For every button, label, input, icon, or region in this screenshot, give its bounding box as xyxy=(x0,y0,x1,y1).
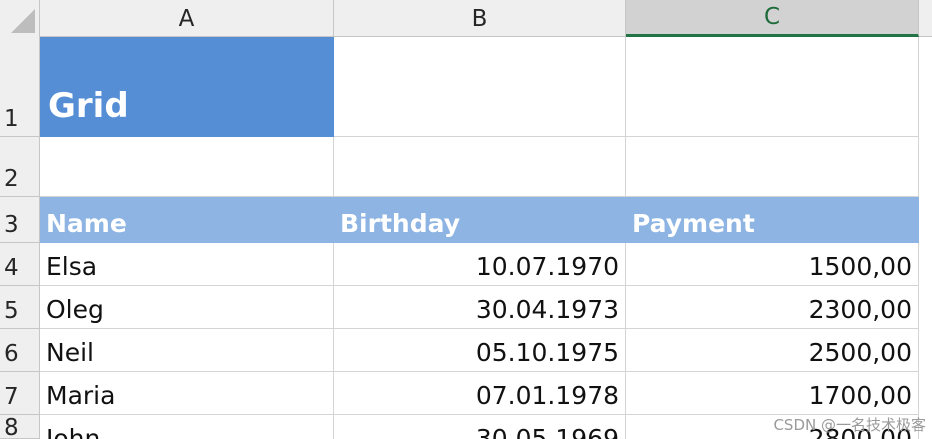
header-name[interactable]: Name xyxy=(40,197,334,243)
cell-payment[interactable]: 1700,00 xyxy=(626,372,919,415)
watermark-text: CSDN @一名技术极客 xyxy=(773,416,926,434)
title-cell[interactable]: Grid xyxy=(40,37,334,137)
cell-c2[interactable] xyxy=(626,137,919,197)
column-header-c[interactable]: C xyxy=(626,0,919,37)
row-header-1[interactable]: 1 xyxy=(0,37,40,137)
row-header-5[interactable]: 5 xyxy=(0,286,40,329)
row-header-8[interactable]: 8 xyxy=(0,415,40,439)
cell-c1[interactable] xyxy=(626,37,919,137)
cell-payment[interactable]: 2300,00 xyxy=(626,286,919,329)
cell-birthday[interactable]: 07.01.1978 xyxy=(334,372,626,415)
spreadsheet-grid: A B C 1 2 3 4 5 6 7 8 Grid Name Birthday… xyxy=(0,0,932,439)
cell-birthday[interactable]: 05.10.1975 xyxy=(334,329,626,372)
cell-b1[interactable] xyxy=(334,37,626,137)
cell-payment[interactable]: 2500,00 xyxy=(626,329,919,372)
row-header-6[interactable]: 6 xyxy=(0,329,40,372)
column-header-a[interactable]: A xyxy=(40,0,334,37)
cell-b2[interactable] xyxy=(334,137,626,197)
cell-payment[interactable]: 1500,00 xyxy=(626,243,919,286)
cell-birthday[interactable]: 30.04.1973 xyxy=(334,286,626,329)
cell-name[interactable]: Elsa xyxy=(40,243,334,286)
column-header-row: A B C xyxy=(0,0,932,37)
header-payment[interactable]: Payment xyxy=(626,197,919,243)
row-header-7[interactable]: 7 xyxy=(0,372,40,415)
cell-name[interactable]: Maria xyxy=(40,372,334,415)
cell-name[interactable]: Neil xyxy=(40,329,334,372)
select-all-triangle-icon xyxy=(11,9,35,33)
row-header-3[interactable]: 3 xyxy=(0,197,40,243)
header-birthday[interactable]: Birthday xyxy=(334,197,626,243)
row-header-4[interactable]: 4 xyxy=(0,243,40,286)
select-all-corner[interactable] xyxy=(0,0,40,37)
cell-birthday[interactable]: 30.05.1969 xyxy=(334,415,626,439)
cell-name[interactable]: Oleg xyxy=(40,286,334,329)
cell-a2[interactable] xyxy=(40,137,334,197)
cell-name[interactable]: John xyxy=(40,415,334,439)
cell-birthday[interactable]: 10.07.1970 xyxy=(334,243,626,286)
column-header-b[interactable]: B xyxy=(334,0,626,37)
row-header-2[interactable]: 2 xyxy=(0,137,40,197)
